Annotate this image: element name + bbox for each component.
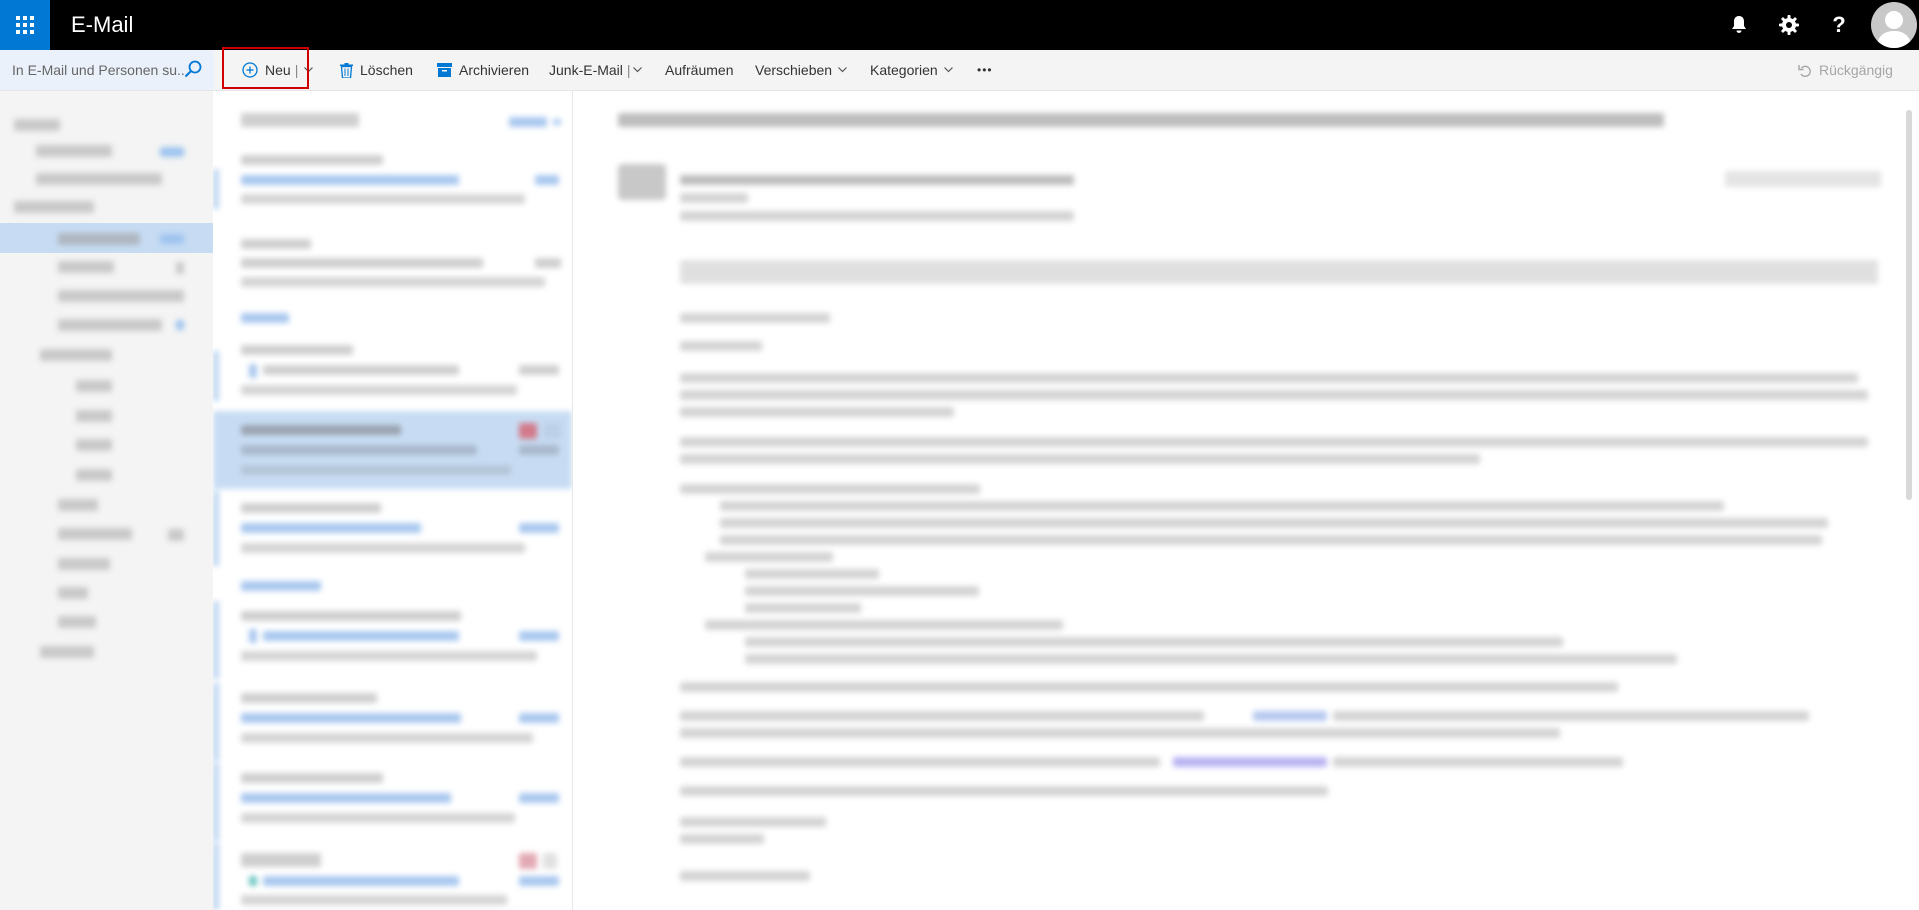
- search-button[interactable]: [184, 60, 202, 82]
- more-button[interactable]: •••: [977, 50, 993, 90]
- list-item[interactable]: [213, 145, 572, 223]
- folder-pane: [0, 91, 213, 910]
- notifications-button[interactable]: [1714, 0, 1764, 50]
- junk-button[interactable]: Junk-E-Mail |: [549, 50, 642, 90]
- gear-icon: [1779, 15, 1799, 35]
- more-icon: •••: [977, 63, 993, 77]
- settings-button[interactable]: [1764, 0, 1814, 50]
- chevron-down-icon: [943, 67, 953, 73]
- help-button[interactable]: ?: [1814, 0, 1864, 50]
- categories-button-label: Kategorien: [870, 62, 938, 78]
- move-button[interactable]: Verschieben: [755, 50, 847, 90]
- delete-button-label: Löschen: [360, 62, 413, 78]
- top-bar: E-Mail ?: [0, 0, 1919, 50]
- archive-button[interactable]: Archivieren: [437, 50, 529, 90]
- categories-button[interactable]: Kategorien: [870, 50, 953, 90]
- scrollbar[interactable]: [1906, 110, 1912, 500]
- search-box: [0, 50, 214, 90]
- undo-icon: [1798, 64, 1811, 77]
- list-item[interactable]: [213, 843, 572, 910]
- junk-button-label: Junk-E-Mail: [549, 62, 623, 78]
- account-button[interactable]: [1869, 0, 1919, 50]
- help-icon: ?: [1832, 12, 1846, 37]
- archive-button-label: Archivieren: [459, 62, 530, 78]
- bell-icon: [1732, 16, 1746, 33]
- list-item[interactable]: [213, 335, 572, 413]
- undo-button[interactable]: Rückgängig: [1798, 50, 1893, 90]
- chevron-down-icon: [838, 67, 847, 73]
- search-icon: [184, 60, 202, 78]
- list-item[interactable]: [213, 683, 572, 761]
- list-item[interactable]: [213, 491, 572, 569]
- delete-button[interactable]: Löschen: [340, 50, 413, 90]
- move-button-label: Verschieben: [755, 62, 833, 78]
- list-item[interactable]: [213, 229, 572, 299]
- highlight-box: [222, 47, 309, 89]
- avatar: [1871, 2, 1917, 48]
- user-silhouette-icon: [1876, 11, 1912, 48]
- archive-icon: [437, 63, 452, 77]
- app-launcher-icon: [16, 16, 34, 34]
- divider: |: [626, 62, 631, 78]
- reading-pane: [573, 91, 1919, 910]
- list-item[interactable]: [213, 601, 572, 679]
- undo-button-label: Rückgängig: [1819, 62, 1893, 78]
- cleanup-button-label: Aufräumen: [665, 62, 734, 78]
- list-item[interactable]: [213, 763, 572, 841]
- message-list: [213, 91, 573, 910]
- search-input[interactable]: [12, 58, 184, 82]
- trash-icon: [340, 62, 353, 78]
- cleanup-button[interactable]: Aufräumen: [665, 50, 733, 90]
- junk-dropdown-button[interactable]: [632, 67, 642, 73]
- app-title: E-Mail: [71, 12, 134, 37]
- chevron-down-icon: [632, 67, 642, 73]
- app-launcher-button[interactable]: [0, 0, 50, 50]
- list-item-selected[interactable]: [213, 411, 572, 489]
